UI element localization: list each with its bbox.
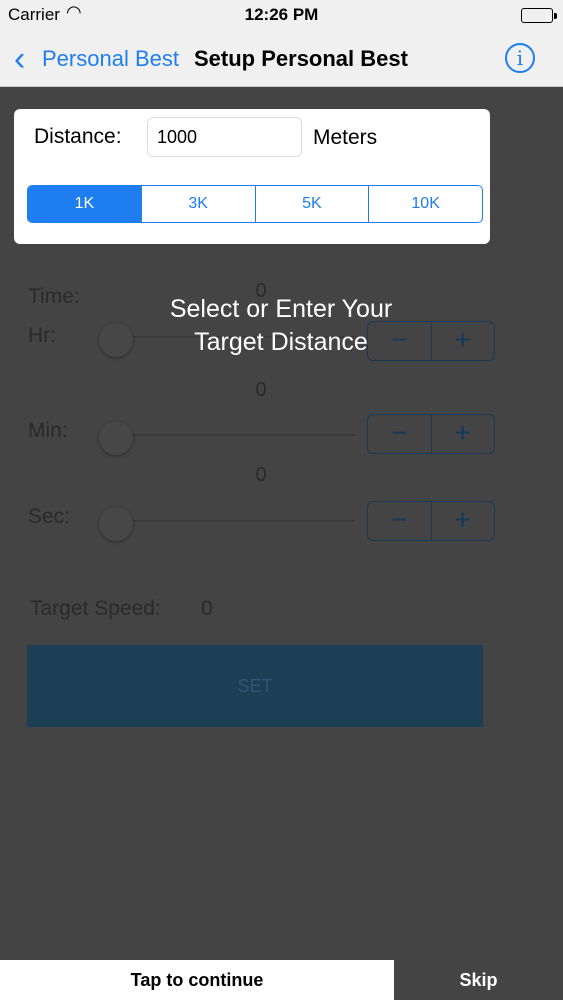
back-button[interactable]: Personal Best	[42, 46, 179, 72]
seconds-decrement-button[interactable]: −	[368, 502, 431, 540]
seconds-slider-track[interactable]	[115, 520, 355, 522]
nav-bar: ‹ Personal Best Setup Personal Best i	[0, 30, 563, 87]
hours-label: Hr:	[28, 324, 56, 347]
minutes-value: 0	[255, 379, 267, 401]
minutes-increment-button[interactable]: +	[430, 415, 495, 453]
tutorial-message: Select or Enter Your Target Distance	[169, 295, 393, 356]
distance-input[interactable]: 1000	[147, 117, 302, 157]
distance-label: Distance:	[34, 125, 122, 148]
seconds-stepper[interactable]: − +	[367, 501, 495, 541]
hours-slider-thumb[interactable]	[99, 323, 133, 357]
skip-button[interactable]: Skip	[394, 960, 563, 1000]
minutes-slider-thumb[interactable]	[99, 421, 133, 455]
page-title: Setup Personal Best	[194, 46, 408, 71]
preset-10k[interactable]: 10K	[368, 186, 482, 222]
seconds-increment-button[interactable]: +	[430, 502, 495, 540]
seconds-slider-thumb[interactable]	[99, 507, 133, 541]
time-label: Time:	[28, 285, 80, 308]
clock: 12:26 PM	[244, 5, 319, 24]
seconds-label: Sec:	[28, 505, 71, 528]
set-button[interactable]: SET	[27, 645, 483, 727]
preset-5k[interactable]: 5K	[254, 186, 369, 222]
minutes-slider-track[interactable]	[115, 434, 355, 436]
status-bar: Carrier ◠ 12:26 PM	[0, 0, 563, 30]
seconds-value: 0	[255, 464, 267, 486]
preset-1k[interactable]: 1K	[28, 186, 141, 222]
minutes-stepper[interactable]: − +	[367, 414, 495, 454]
distance-unit: Meters	[313, 126, 378, 149]
tap-to-continue-button[interactable]: Tap to continue	[0, 960, 394, 1000]
battery-icon	[521, 8, 557, 23]
distance-card: Distance: 1000 Meters 1K 3K 5K 10K	[14, 109, 490, 244]
target-speed-value: 0	[201, 597, 213, 620]
distance-preset-control[interactable]: 1K 3K 5K 10K	[27, 185, 483, 223]
info-icon[interactable]: i	[505, 43, 535, 73]
back-chevron-icon[interactable]: ‹	[14, 42, 25, 76]
minutes-label: Min:	[28, 419, 68, 442]
minutes-decrement-button[interactable]: −	[368, 415, 431, 453]
target-speed-label: Target Speed:	[30, 597, 161, 620]
hours-increment-button[interactable]: +	[430, 322, 495, 360]
preset-3k[interactable]: 3K	[140, 186, 255, 222]
